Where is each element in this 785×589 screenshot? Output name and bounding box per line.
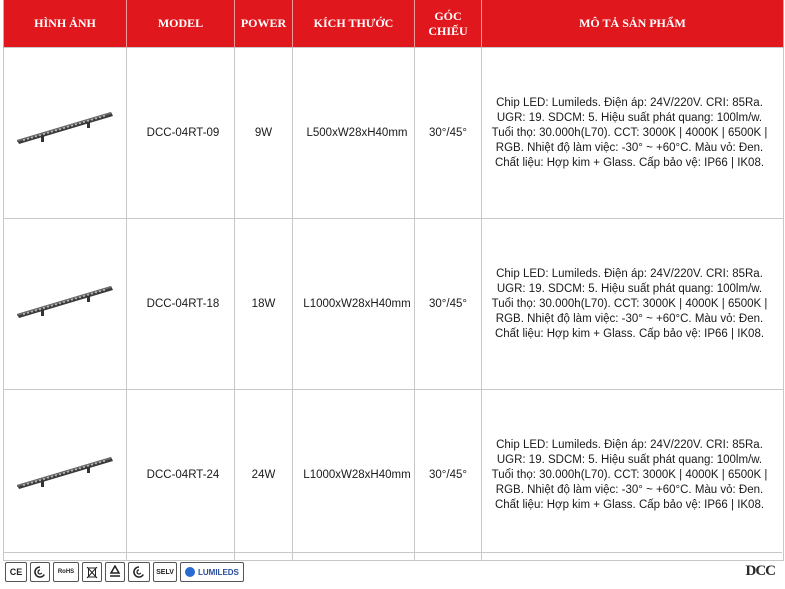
power-cell: 9W	[234, 47, 293, 219]
ce-mark-icon: CE	[5, 562, 27, 582]
header-model: MODEL	[126, 0, 235, 48]
header-size: KÍCH THƯỚC	[292, 0, 415, 48]
angle-cell: 30°/45°	[414, 218, 482, 390]
table-row: DCC-04RT-18 18W L1000xW28xH40mm 30°/45° …	[3, 218, 784, 390]
model-cell: DCC-04RT-18	[126, 218, 235, 390]
header-power: POWER	[234, 0, 293, 48]
header-angle: GÓC CHIẾU	[414, 0, 482, 48]
lumileds-text: LUMILEDS	[198, 567, 239, 577]
led-wall-washer-image	[15, 103, 115, 163]
angle-cell: 30°/45°	[414, 389, 482, 561]
description-cell: Chip LED: Lumileds. Điện áp: 24V/220V. C…	[481, 218, 784, 390]
table-header-row: HÌNH ẢNH MODEL POWER KÍCH THƯỚC GÓC CHIẾ…	[3, 0, 784, 48]
certification-logos: CE RoHS SELV LUMILEDS	[5, 561, 244, 583]
table-row: DCC-04RT-24 24W L1000xW28xH40mm 30°/45° …	[3, 389, 784, 561]
selv-mark-icon: SELV	[153, 562, 177, 582]
product-spec-table: HÌNH ẢNH MODEL POWER KÍCH THƯỚC GÓC CHIẾ…	[3, 0, 784, 561]
model-cell: DCC-04RT-09	[126, 47, 235, 219]
size-cell: L500xW28xH40mm	[292, 47, 415, 219]
header-description: MÔ TẢ SẢN PHẨM	[481, 0, 784, 48]
recycle-icon	[105, 562, 125, 582]
angle-cell: 30°/45°	[414, 47, 482, 219]
footer-divider	[3, 552, 782, 553]
size-cell: L1000xW28xH40mm	[292, 389, 415, 561]
size-cell: L1000xW28xH40mm	[292, 218, 415, 390]
power-cell: 24W	[234, 389, 293, 561]
table-row: DCC-04RT-09 9W L500xW28xH40mm 30°/45° Ch…	[3, 47, 784, 219]
led-wall-washer-image	[15, 274, 115, 334]
footer: CE RoHS SELV LUMILEDS DCC	[0, 552, 785, 589]
description-cell: Chip LED: Lumileds. Điện áp: 24V/220V. C…	[481, 389, 784, 561]
description-cell: Chip LED: Lumileds. Điện áp: 24V/220V. C…	[481, 47, 784, 219]
weee-bin-icon	[82, 562, 102, 582]
rohs-mark-icon: RoHS	[53, 562, 79, 582]
ccc-mark-2-icon	[128, 562, 150, 582]
model-cell: DCC-04RT-24	[126, 389, 235, 561]
product-image-cell	[3, 47, 127, 219]
led-wall-washer-image	[15, 445, 115, 505]
lumileds-logo: LUMILEDS	[180, 562, 244, 582]
header-image: HÌNH ẢNH	[3, 0, 127, 48]
product-image-cell	[3, 218, 127, 390]
ccc-mark-icon	[30, 562, 50, 582]
product-image-cell	[3, 389, 127, 561]
brand-logo: DCC	[745, 563, 776, 579]
power-cell: 18W	[234, 218, 293, 390]
lumileds-dot-icon	[185, 567, 195, 577]
